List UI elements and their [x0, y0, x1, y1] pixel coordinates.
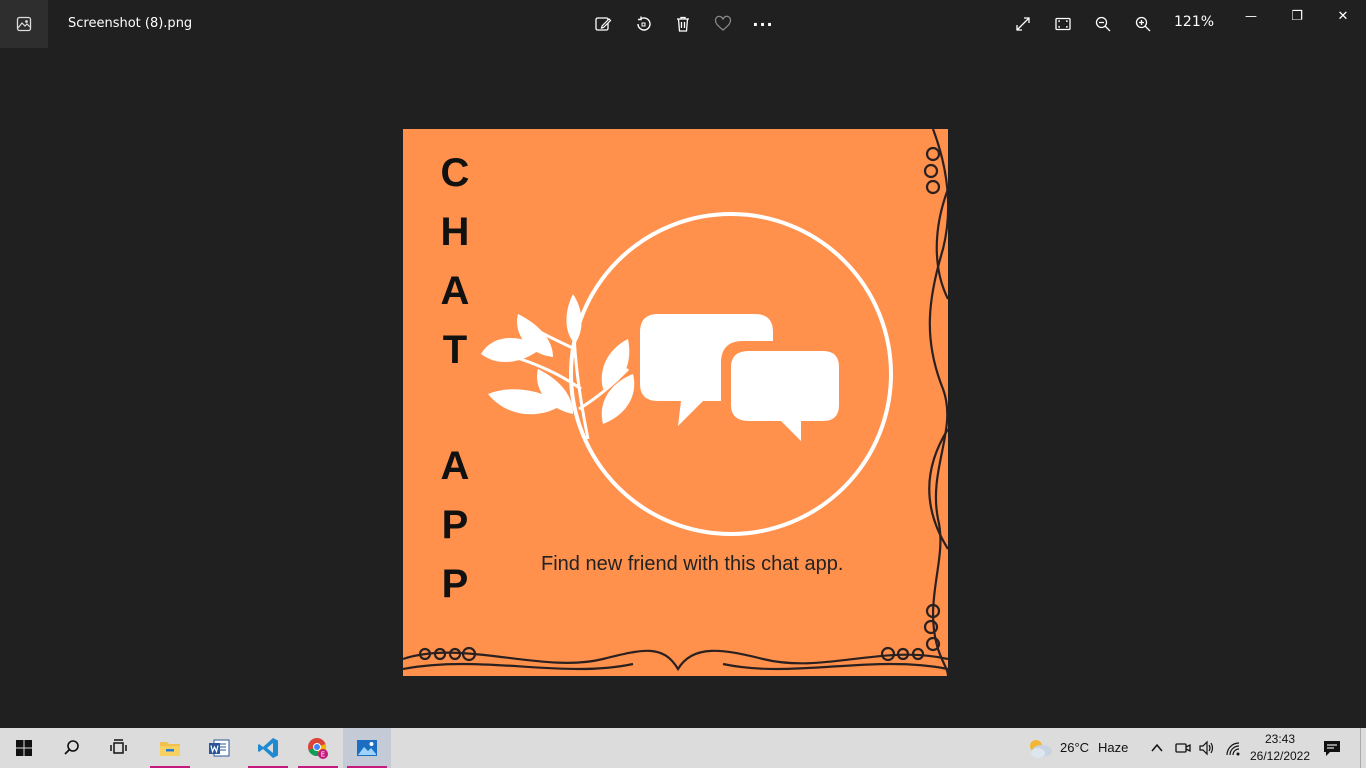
show-desktop-button[interactable] — [1360, 728, 1366, 768]
task-view-icon — [110, 739, 127, 754]
svg-text:E: E — [321, 751, 325, 759]
fit-to-window-icon[interactable] — [1051, 12, 1075, 36]
photos-taskbar-button[interactable] — [343, 728, 391, 768]
speaker-icon — [1199, 740, 1214, 756]
fullscreen-icon[interactable] — [1011, 12, 1035, 36]
edit-image-icon[interactable] — [591, 12, 615, 36]
restore-button[interactable]: ❐ — [1274, 0, 1320, 32]
clock-date: 26/12/2022 — [1249, 749, 1311, 763]
task-view-button[interactable] — [96, 728, 144, 768]
notifications-button[interactable] — [1322, 738, 1344, 758]
delete-icon[interactable] — [671, 12, 695, 36]
zoom-in-icon[interactable] — [1131, 12, 1155, 36]
meet-now-button[interactable] — [1175, 740, 1191, 756]
file-explorer-button[interactable] — [146, 728, 194, 768]
weather-description: Haze — [1098, 740, 1129, 755]
chat-bubbles-icon — [640, 314, 841, 441]
word-button[interactable] — [195, 728, 243, 768]
restore-icon: ❐ — [1291, 8, 1303, 24]
more-icon: ··· — [752, 14, 774, 34]
clock[interactable]: 23:43 26/12/2022 — [1240, 731, 1320, 765]
close-icon: ✕ — [1337, 8, 1349, 24]
word-icon — [209, 739, 230, 757]
volume-button[interactable] — [1198, 740, 1216, 756]
camera-icon — [1175, 743, 1191, 753]
minimize-icon: — — [1245, 9, 1257, 23]
start-button[interactable] — [0, 728, 48, 768]
favorite-icon[interactable] — [711, 12, 735, 36]
weather-haze-icon — [1030, 740, 1052, 758]
search-icon — [64, 740, 79, 755]
minimize-button[interactable]: — — [1228, 0, 1274, 32]
title-bar: Screenshot (8).png ··· 121% — ❐ ✕ — [0, 0, 1366, 48]
folder-icon — [160, 742, 180, 756]
photos-app-icon[interactable] — [0, 0, 48, 48]
taskbar: E 26°C Haze 23:43 26/12/2022 — [0, 728, 1366, 768]
weather-widget[interactable]: 26°C Haze — [1024, 728, 1134, 768]
photos-icon — [357, 740, 377, 756]
window-title: Screenshot (8).png — [68, 16, 193, 31]
zoom-out-icon[interactable] — [1091, 12, 1115, 36]
show-hidden-icons-button[interactable] — [1150, 740, 1166, 756]
notification-icon — [1324, 741, 1340, 756]
close-button[interactable]: ✕ — [1320, 0, 1366, 32]
weather-temperature: 26°C — [1060, 740, 1090, 755]
windows-logo-icon — [16, 740, 32, 756]
more-options-button[interactable]: ··· — [751, 12, 775, 36]
chrome-icon: E — [308, 738, 328, 759]
clock-time: 23:43 — [1264, 732, 1296, 746]
zoom-level[interactable]: 121% — [1174, 14, 1214, 30]
chrome-button[interactable]: E — [294, 728, 342, 768]
chevron-up-icon — [1151, 743, 1163, 752]
image-tagline: Find new friend with this chat app. — [541, 553, 844, 575]
rotate-icon[interactable] — [631, 12, 655, 36]
vscode-button[interactable] — [244, 728, 292, 768]
displayed-image[interactable]: C H A T A P P Find new friend with this … — [403, 129, 948, 676]
vscode-icon — [258, 738, 278, 758]
photos-window: Screenshot (8).png ··· 121% — ❐ ✕ C H A … — [0, 0, 1366, 728]
search-button[interactable] — [48, 728, 96, 768]
